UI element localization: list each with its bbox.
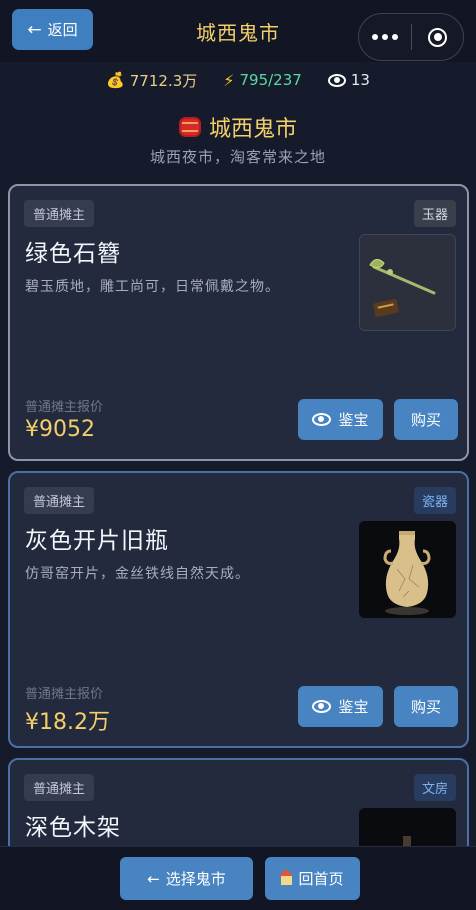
item-name: 绿色石簪 bbox=[25, 241, 121, 267]
market-heading: 城西鬼市 bbox=[0, 111, 476, 143]
category-tag: 文房 bbox=[413, 774, 456, 801]
buy-button[interactable]: 购买 bbox=[394, 686, 458, 727]
market-subtitle: 城西夜市，淘客常来之地 bbox=[149, 148, 326, 166]
views-value: 13 bbox=[350, 71, 370, 89]
money-stat: 💰 7712.3万 bbox=[106, 68, 197, 92]
appraise-label: 鉴宝 bbox=[338, 698, 369, 716]
money-value: 7712.3万 bbox=[129, 71, 198, 90]
select-market-button[interactable]: ← 选择鬼市 bbox=[120, 857, 253, 900]
views-stat: 13 bbox=[327, 68, 370, 92]
buy-label: 购买 bbox=[410, 411, 441, 429]
eye-icon bbox=[312, 700, 332, 713]
money-bag-icon: 💰 bbox=[106, 71, 125, 89]
arrow-left-icon: ← bbox=[147, 869, 160, 888]
bottom-action-bar: ← 选择鬼市 回首页 bbox=[0, 846, 476, 910]
eye-icon bbox=[327, 73, 346, 87]
category-tag: 瓷器 bbox=[413, 487, 456, 514]
eye-icon bbox=[312, 413, 332, 426]
item-image-vase[interactable] bbox=[359, 521, 456, 618]
market-name: 城西鬼市 bbox=[208, 117, 297, 142]
top-nav-bar: ← 返回 城西鬼市 bbox=[0, 0, 476, 62]
miniprogram-capsule bbox=[358, 13, 464, 61]
dot-icon bbox=[372, 34, 378, 40]
energy-value: 795/237 bbox=[239, 71, 302, 89]
dot-icon bbox=[382, 34, 388, 40]
price-value: ¥18.2万 bbox=[25, 710, 110, 735]
house-icon bbox=[279, 869, 294, 885]
price-label: 普通摊主报价 bbox=[25, 400, 104, 415]
buy-label: 购买 bbox=[410, 698, 441, 716]
home-label: 回首页 bbox=[298, 870, 344, 888]
target-circle-icon bbox=[428, 27, 447, 47]
item-description: 仿哥窑开片，金丝铁线自然天成。 bbox=[25, 566, 250, 582]
close-miniprogram-button[interactable] bbox=[412, 27, 463, 47]
item-image-hairpin[interactable] bbox=[359, 234, 456, 331]
price-value: ¥9052 bbox=[25, 417, 95, 442]
item-description: 碧玉质地，雕工尚可，日常佩戴之物。 bbox=[25, 279, 280, 295]
more-menu-button[interactable] bbox=[359, 34, 411, 40]
seller-tag: 普通摊主 bbox=[24, 200, 95, 227]
player-stats: 💰 7712.3万 ⚡ 795/237 13 bbox=[0, 68, 476, 92]
appraise-button[interactable]: 鉴宝 bbox=[298, 686, 383, 727]
buy-button[interactable]: 购买 bbox=[394, 399, 458, 440]
home-button[interactable]: 回首页 bbox=[265, 857, 360, 900]
seller-tag: 普通摊主 bbox=[24, 487, 95, 514]
item-name: 深色木架 bbox=[25, 815, 121, 841]
select-market-label: 选择鬼市 bbox=[165, 870, 226, 888]
category-tag: 玉器 bbox=[413, 200, 456, 227]
dot-icon bbox=[392, 34, 398, 40]
energy-stat: ⚡ 795/237 bbox=[223, 68, 302, 92]
item-card[interactable]: 普通摊主 玉器 绿色石簪 碧玉质地，雕工尚可，日常佩戴之物。 普通摊主报价 ¥9… bbox=[8, 184, 469, 461]
item-name: 灰色开片旧瓶 bbox=[25, 528, 169, 554]
price-label: 普通摊主报价 bbox=[25, 687, 104, 702]
appraise-label: 鉴宝 bbox=[338, 411, 369, 429]
lightning-icon: ⚡ bbox=[223, 70, 235, 90]
lantern-icon bbox=[178, 117, 201, 137]
seller-tag: 普通摊主 bbox=[24, 774, 95, 801]
item-card[interactable]: 普通摊主 瓷器 灰色开片旧瓶 仿哥窑开片，金丝铁线自然天成。 普通摊主报价 ¥1… bbox=[8, 471, 469, 748]
appraise-button[interactable]: 鉴宝 bbox=[298, 399, 383, 440]
